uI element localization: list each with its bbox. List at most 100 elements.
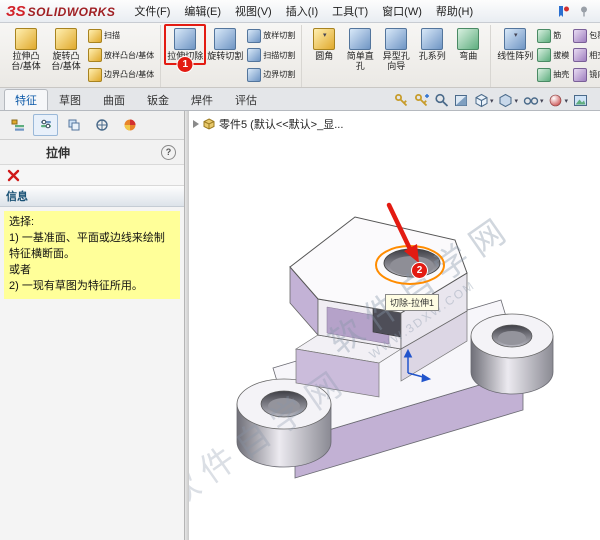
menu-window[interactable]: 窗口(W) <box>375 1 429 21</box>
tree-flyout-arrow-icon[interactable] <box>193 120 199 128</box>
revolve-boss-label: 旋转凸台/基体 <box>51 51 81 72</box>
edit-appearance-icon[interactable] <box>548 93 568 108</box>
sweep-cut-button[interactable]: 扫描切割 <box>246 47 296 64</box>
flex-button[interactable]: 弯曲 <box>451 26 485 63</box>
message-line: 2) 一现有草图为特征所用。 <box>9 279 143 292</box>
menu-help[interactable]: 帮助(H) <box>429 1 480 21</box>
menu-bar: ЗS SOLIDWORKS 文件(F) 编辑(E) 视图(V) 插入(I) 工具… <box>0 0 600 23</box>
hole-wizard-icon <box>385 28 408 50</box>
logo-word: SOLIDWORKS <box>27 4 116 19</box>
fillet-button[interactable]: 圆角 <box>307 26 341 63</box>
part-icon <box>203 118 215 130</box>
simple-hole-label: 简单直孔 <box>346 51 374 72</box>
feature-stack-1: 筋 拔模 抽壳 <box>536 26 570 84</box>
cut-stack: 放样切割 扫描切割 边界切割 <box>246 26 296 84</box>
loft-boss-button[interactable]: 放样凸台/基体 <box>87 47 155 64</box>
view-orientation-icon[interactable] <box>474 93 494 108</box>
command-tab-bar: 特征 草图 曲面 钣金 焊件 评估 <box>0 88 600 111</box>
boundary-cut-label: 边界切割 <box>263 70 296 79</box>
key-plus-icon[interactable] <box>414 93 429 108</box>
section-view-icon[interactable] <box>454 93 469 108</box>
rib-button[interactable]: 筋 <box>536 27 570 44</box>
flex-label: 弯曲 <box>459 51 478 61</box>
property-buttons-row <box>0 165 184 186</box>
sweep-cut-label: 扫描切割 <box>263 50 296 60</box>
intersect-icon <box>573 48 588 62</box>
property-manager-tab[interactable] <box>33 114 58 136</box>
feature-tree-tab[interactable] <box>5 114 30 136</box>
help-icon[interactable]: ? <box>161 144 176 160</box>
key-icon[interactable] <box>394 93 409 108</box>
ribbon-group-boss: 拉伸凸台/基体 旋转凸台/基体 扫描 放样凸台/基体 边界凸台/基体 <box>2 25 162 87</box>
simple-hole-button[interactable]: 简单直孔 <box>343 26 377 74</box>
sw-resources-icon[interactable] <box>557 5 570 18</box>
revolve-cut-button[interactable]: 旋转切割 <box>206 26 244 63</box>
boundary-boss-label: 边界凸台/基体 <box>104 70 155 79</box>
extrude-boss-button[interactable]: 拉伸凸台/基体 <box>7 26 45 74</box>
zoom-fit-icon[interactable] <box>434 93 449 108</box>
shell-button[interactable]: 抽壳 <box>536 66 570 83</box>
graphics-area[interactable]: 零件5 (默认<<默认>_显... 软件自学网 WWW.3DXW.COM 软件自… <box>189 111 600 540</box>
simple-hole-icon <box>349 28 372 50</box>
logo-glyph: ЗS <box>6 2 26 20</box>
mirror-label: 镜向 <box>589 70 600 79</box>
cancel-button[interactable] <box>7 169 20 182</box>
dimxpert-manager-tab[interactable] <box>89 114 114 136</box>
menu-edit[interactable]: 编辑(E) <box>177 1 228 21</box>
shell-icon <box>537 67 552 82</box>
model-viewport[interactable]: 软件自学网 WWW.3DXW.COM 软件自学网 <box>189 111 600 540</box>
right-lug-hole-bottom <box>498 331 526 345</box>
sweep-cut-icon <box>247 48 262 62</box>
ribbon-group-cut: 拉伸切除 1 旋转切割 放样切割 扫描切割 边界切割 <box>161 24 303 87</box>
wrap-icon <box>573 28 588 43</box>
tab-features[interactable]: 特征 <box>4 89 48 110</box>
configuration-manager-tab[interactable] <box>61 114 86 136</box>
mirror-button[interactable]: 镜向 <box>572 66 600 83</box>
display-style-icon[interactable] <box>498 93 518 108</box>
tab-weldments[interactable]: 焊件 <box>180 89 224 110</box>
wrap-button[interactable]: 包覆 <box>572 27 600 44</box>
tab-surfaces[interactable]: 曲面 <box>92 89 136 110</box>
linear-pattern-icon <box>504 28 527 50</box>
boundary-boss-button[interactable]: 边界凸台/基体 <box>87 66 155 83</box>
sweep-button[interactable]: 扫描 <box>87 27 155 44</box>
tab-evaluate[interactable]: 评估 <box>224 89 268 110</box>
revolve-boss-button[interactable]: 旋转凸台/基体 <box>47 26 85 74</box>
boundary-cut-button[interactable]: 边界切割 <box>246 66 296 83</box>
ribbon-group-pattern: 线性阵列 筋 拔模 抽壳 包覆 相交 <box>491 25 600 87</box>
apply-scene-icon[interactable] <box>573 93 588 108</box>
hole-series-button[interactable]: 孔系列 <box>415 26 449 63</box>
menu-view[interactable]: 视图(V) <box>228 1 279 21</box>
ribbon-group-holes: 圆角 简单直孔 异型孔向导 孔系列 弯曲 <box>302 25 492 87</box>
hole-wizard-label: 异型孔向导 <box>382 51 410 72</box>
message-box: 选择: 1) 一基准面、平面或边线来绘制特征横断面。 或者 2) 一现有草图为特… <box>4 211 180 299</box>
sweep-label: 扫描 <box>104 31 120 40</box>
menu-tools[interactable]: 工具(T) <box>325 1 375 21</box>
revolve-cut-icon <box>214 28 237 50</box>
message-section-header[interactable]: 信息 <box>0 186 184 207</box>
property-title: 拉伸 <box>46 145 71 160</box>
boundary-cut-icon <box>247 67 262 82</box>
revolve-boss-icon <box>55 28 77 50</box>
draft-button[interactable]: 拔模 <box>536 47 570 64</box>
solidworks-window: { "colors": { "accent_red": "#e31b12", "… <box>0 0 600 540</box>
main-content: 拉伸 ? 信息 选择: 1) 一基准面、平面或边线来绘制特征横断面。 或者 2)… <box>0 111 600 540</box>
fillet-icon <box>313 28 336 50</box>
hole-wizard-button[interactable]: 异型孔向导 <box>379 26 413 74</box>
display-manager-tab[interactable] <box>117 114 142 136</box>
fillet-label: 圆角 <box>315 51 334 61</box>
loft-cut-button[interactable]: 放样切割 <box>246 27 296 44</box>
extrude-boss-icon <box>15 28 37 50</box>
intersect-button[interactable]: 相交 <box>572 47 600 64</box>
solidworks-logo: ЗS SOLIDWORKS <box>6 3 115 20</box>
menu-insert[interactable]: 插入(I) <box>279 1 325 21</box>
hide-show-items-icon[interactable] <box>523 93 544 108</box>
pin-icon[interactable] <box>578 5 590 17</box>
menu-file[interactable]: 文件(F) <box>127 1 177 21</box>
tree-part-label[interactable]: 零件5 (默认<<默认>_显... <box>219 116 343 132</box>
property-title-row: 拉伸 ? <box>0 140 184 165</box>
tab-sheet-metal[interactable]: 钣金 <box>136 89 180 110</box>
tab-sketch[interactable]: 草图 <box>48 89 92 110</box>
flex-icon <box>457 28 480 50</box>
linear-pattern-button[interactable]: 线性阵列 <box>496 26 534 63</box>
